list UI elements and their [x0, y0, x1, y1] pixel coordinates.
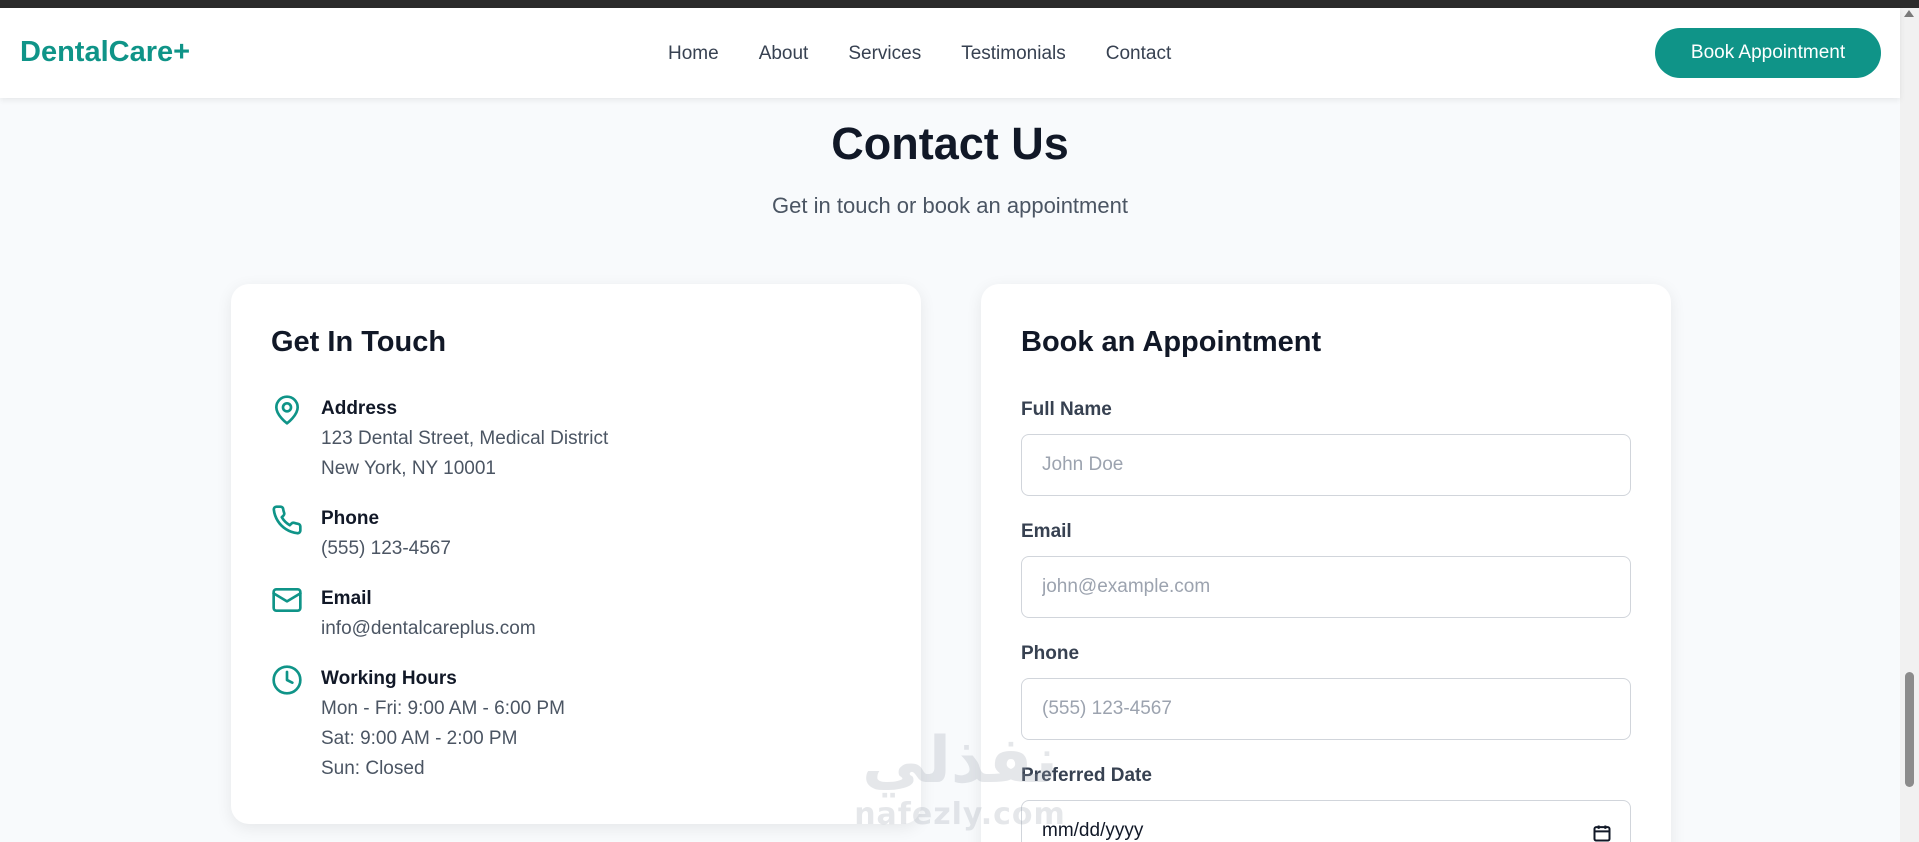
booking-form-card: Book an Appointment Full Name Email Phon… — [981, 284, 1671, 842]
phone-input[interactable] — [1021, 678, 1631, 740]
contact-card-title: Get In Touch — [271, 326, 447, 358]
address-label: Address — [321, 398, 398, 419]
nav-link-services[interactable]: Services — [848, 43, 921, 65]
browser-top-strip — [0, 0, 1919, 8]
nav-link-about[interactable]: About — [759, 43, 809, 65]
scrollbar-thumb[interactable] — [1905, 672, 1914, 787]
email-value: info@dentalcareplus.com — [321, 618, 536, 639]
date-placeholder: mm/dd/yyyy — [1042, 820, 1144, 841]
nav-links: Home About Services Testimonials Contact — [668, 43, 1171, 65]
nav-link-contact[interactable]: Contact — [1106, 43, 1171, 65]
preferred-date-label: Preferred Date — [1021, 765, 1152, 786]
section-subtitle: Get in touch or book an appointment — [772, 193, 1128, 218]
preferred-date-input[interactable]: mm/dd/yyyy — [1021, 800, 1631, 842]
hours-label: Working Hours — [321, 668, 457, 689]
address-item: Address 123 Dental Street, Medical Distr… — [271, 394, 608, 484]
mail-icon — [272, 588, 302, 612]
phone-value: (555) 123-4567 — [321, 538, 451, 559]
email-label: Email — [321, 588, 372, 609]
phone-field-label: Phone — [1021, 643, 1080, 664]
phone-icon — [272, 505, 302, 535]
map-pin-icon — [275, 395, 299, 425]
hours-saturday: Sat: 9:00 AM - 2:00 PM — [321, 728, 518, 749]
scroll-up-arrow-icon[interactable] — [1904, 10, 1914, 17]
hours-item: Working Hours Mon - Fri: 9:00 AM - 6:00 … — [271, 664, 565, 784]
phone-label: Phone — [321, 508, 380, 529]
calendar-icon[interactable] — [1592, 823, 1612, 842]
hours-weekday: Mon - Fri: 9:00 AM - 6:00 PM — [321, 698, 565, 719]
hours-sunday: Sun: Closed — [321, 758, 425, 779]
booking-card-title: Book an Appointment — [1021, 326, 1322, 358]
nav-link-home[interactable]: Home — [668, 43, 719, 65]
full-name-input[interactable] — [1021, 434, 1631, 496]
phone-item: Phone (555) 123-4567 — [271, 504, 451, 564]
email-field-label: Email — [1021, 521, 1072, 542]
address-line-1: 123 Dental Street, Medical District — [321, 428, 609, 449]
logo[interactable]: DentalCare+ — [20, 36, 190, 69]
section-title: Contact Us — [831, 118, 1069, 169]
nav-link-testimonials[interactable]: Testimonials — [961, 43, 1066, 65]
contact-info-card: Get In Touch Address 123 Dental Street, … — [231, 284, 921, 824]
clock-icon — [272, 665, 302, 695]
address-line-2: New York, NY 10001 — [321, 458, 496, 479]
full-name-label: Full Name — [1021, 399, 1112, 420]
navbar: DentalCare+ Home About Services Testimon… — [0, 8, 1900, 98]
email-item: Email info@dentalcareplus.com — [271, 584, 536, 644]
email-input[interactable] — [1021, 556, 1631, 618]
book-appointment-button[interactable]: Book Appointment — [1655, 28, 1881, 78]
